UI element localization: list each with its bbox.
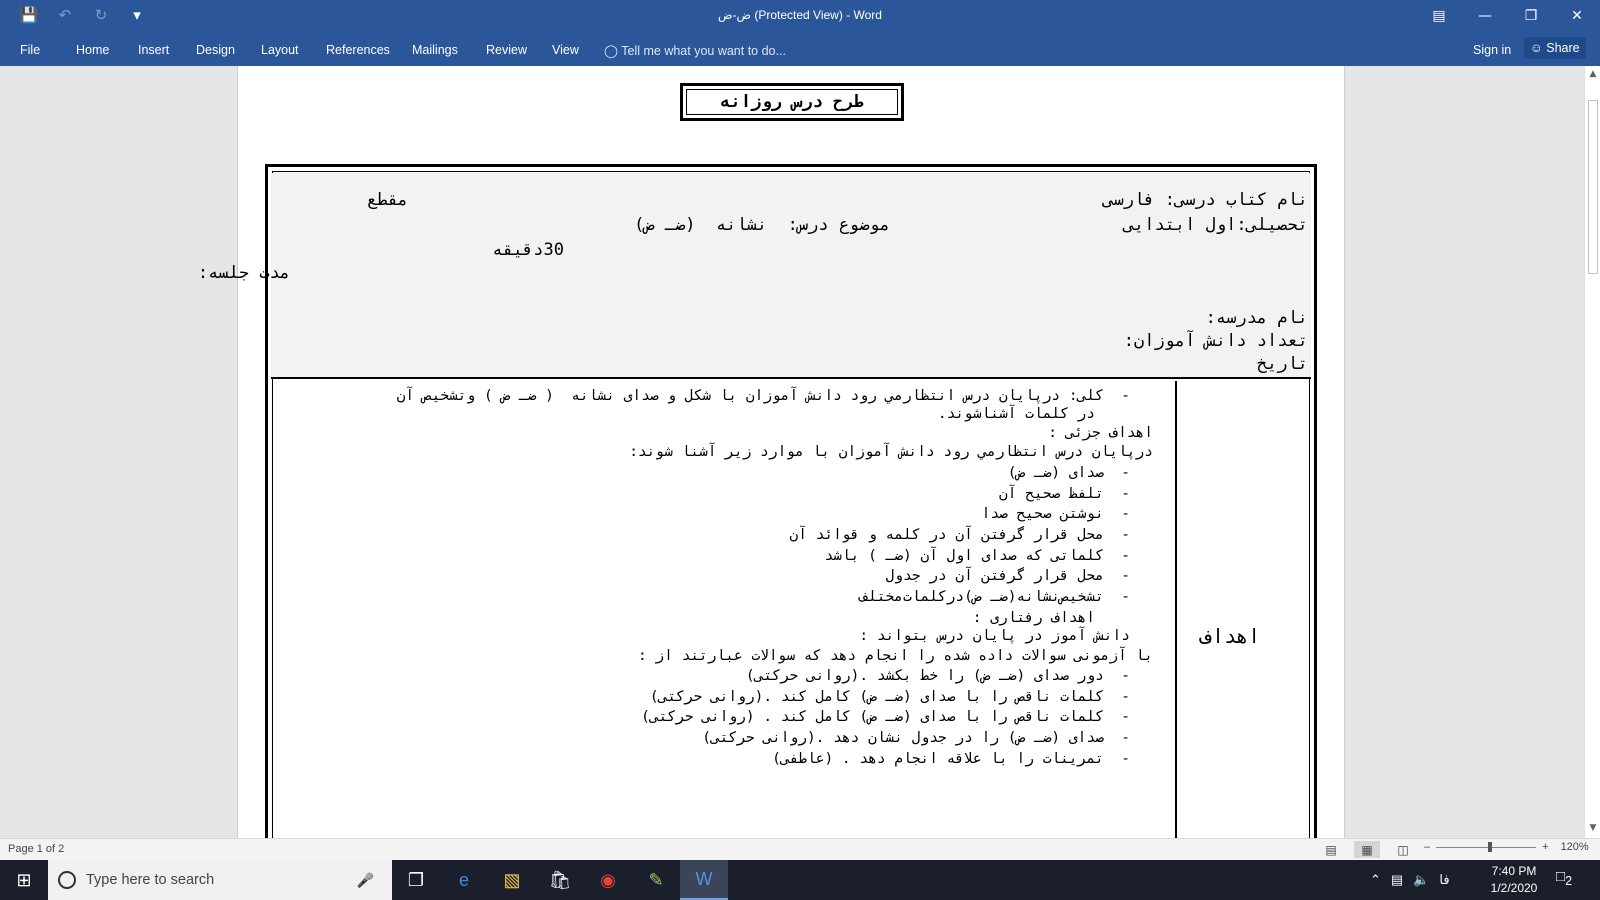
goal-line: - تشخیص‌نشانه(ضـ ض)درکلمات‌مختلف: [859, 589, 1130, 605]
paint-icon[interactable]: ✎: [632, 860, 680, 900]
tab-file[interactable]: File: [20, 40, 40, 60]
microphone-icon[interactable]: 🎤: [357, 872, 374, 889]
tell-me-search[interactable]: ◯ Tell me what you want to do...: [604, 40, 786, 61]
lesson-subject: موضوع درس: نشانه (ضـ ض): [634, 215, 890, 235]
status-bar: Page 1 of 2 ▤ ▦ ◫ – + 120%: [0, 838, 1600, 860]
tab-insert[interactable]: Insert: [138, 40, 169, 60]
word-taskbar-icon[interactable]: W: [680, 860, 728, 900]
goal-line: با آزمونی سوالات داده شده را انجام دهد ک…: [637, 648, 1153, 664]
tab-review[interactable]: Review: [486, 40, 527, 60]
goal-line: - تلفظ صحیح آن: [999, 486, 1130, 502]
scroll-down-icon[interactable]: ▼: [1587, 822, 1599, 834]
goal-line: درپایان درس انتظارمي رود دانش آموزان با …: [629, 444, 1153, 460]
file-explorer-icon[interactable]: ▧: [488, 860, 536, 900]
lesson-title-box: طرح درس روزانه: [680, 83, 904, 121]
task-view-icon[interactable]: ❐: [392, 860, 440, 900]
store-icon[interactable]: 🛍: [536, 860, 584, 900]
tab-mailings[interactable]: Mailings: [412, 40, 458, 60]
window-title: ض-ض (Protected View) - Word: [718, 8, 882, 22]
sign-in-link[interactable]: Sign in: [1473, 40, 1511, 60]
web-layout-icon[interactable]: ◫: [1390, 841, 1416, 858]
goal-line: - کلماتی که صدای اول آن (ضـ ) باشد: [824, 548, 1130, 564]
goal-line: در کلمات آشناشوند.: [937, 406, 1095, 422]
share-button[interactable]: ☺ Share: [1524, 37, 1586, 59]
print-layout-icon[interactable]: ▦: [1354, 841, 1380, 858]
ribbon-display-icon[interactable]: ▤: [1416, 0, 1462, 32]
goal-line: - صدای (ضـ ض) را در جدول نشان دهد .(روان…: [702, 730, 1130, 746]
minimize-button[interactable]: —: [1462, 0, 1508, 32]
lesson-date: تاریخ: [1256, 354, 1308, 374]
goal-line: - کلمات ناقص را با صدای (ضـ ض) کامل کند …: [649, 689, 1130, 705]
tab-view[interactable]: View: [552, 40, 579, 60]
column-divider: [1175, 381, 1177, 841]
goal-line: - محل قرار گرفتن آن در کلمه و قوائد آن: [789, 527, 1130, 543]
close-button[interactable]: ✕: [1554, 0, 1600, 32]
ribbon-tabs: File Home Insert Design Layout Reference…: [0, 34, 1600, 66]
goal-line: - محل قرار گرفتن آن در جدول: [885, 568, 1130, 584]
edge-icon[interactable]: e: [440, 860, 488, 900]
grade-level: تحصیلی:اول ابتدایی: [1123, 215, 1308, 235]
zoom-slider-knob[interactable]: [1488, 841, 1493, 852]
tell-me-label: Tell me what you want to do...: [621, 44, 786, 58]
goal-line: - کلمات ناقص را با صدای (ضـ ض) کامل کند …: [641, 709, 1130, 725]
tab-design[interactable]: Design: [196, 40, 235, 60]
page-count[interactable]: Page 1 of 2: [8, 843, 64, 855]
network-icon[interactable]: ▤: [1391, 872, 1403, 888]
clock[interactable]: 7:40 PM 1/2/2020: [1484, 863, 1544, 897]
clock-time: 7:40 PM: [1491, 864, 1537, 878]
notifications-icon[interactable]: □2: [1556, 868, 1572, 888]
goal-line: - صدای (ضـ ض): [1007, 465, 1130, 481]
read-mode-icon[interactable]: ▤: [1318, 841, 1344, 858]
windows-start-icon[interactable]: ⊞: [0, 860, 48, 900]
person-icon: ☺: [1530, 41, 1543, 55]
goals-label: اهداف: [1200, 624, 1261, 648]
lesson-title: طرح درس روزانه: [686, 89, 898, 115]
student-count: تعداد دانش آموزان:: [1123, 331, 1308, 351]
goal-line: - دور صدای (ضـ ض) را خط بکشد .(روانی حرک…: [745, 668, 1130, 684]
scroll-up-icon[interactable]: ▲: [1587, 68, 1599, 80]
chevron-up-icon[interactable]: ⌃: [1370, 872, 1381, 888]
zoom-level[interactable]: 120%: [1561, 841, 1589, 853]
taskbar: ⊞ Type here to search 🎤 ❐ e ▧ 🛍 ◉ ✎ W ⌃ …: [0, 860, 1600, 900]
goal-line: - نوشتن صحیح صدا: [981, 506, 1130, 522]
school-name: نام مدرسه:: [1205, 308, 1308, 328]
goal-line: - تمرینات را با علاقه انجام دهد . (عاطفی…: [772, 751, 1130, 767]
duration-label: مدت جلسه:: [197, 263, 290, 283]
zoom-in-icon[interactable]: +: [1542, 841, 1548, 853]
lightbulb-icon: ◯: [604, 44, 618, 58]
goal-line: اهداف رفتاری :: [972, 610, 1095, 626]
duration-value: 30دقیقه: [492, 240, 564, 260]
restore-button[interactable]: ❐: [1508, 0, 1554, 32]
notification-count: 2: [1565, 874, 1573, 888]
tab-home[interactable]: Home: [76, 40, 109, 60]
volume-icon[interactable]: 🔈: [1413, 872, 1429, 888]
cortana-icon: [58, 871, 76, 889]
search-placeholder: Type here to search: [86, 872, 215, 888]
section-label: مقطع: [367, 190, 408, 210]
zoom-slider[interactable]: [1436, 841, 1537, 852]
tab-layout[interactable]: Layout: [261, 40, 299, 60]
share-label: Share: [1546, 41, 1580, 55]
language-indicator[interactable]: فا: [1439, 872, 1449, 888]
goal-line: دانش آموز در پایان درس بتواند :: [859, 628, 1130, 644]
taskbar-search[interactable]: Type here to search 🎤: [48, 860, 392, 900]
chrome-icon[interactable]: ◉: [584, 860, 632, 900]
scroll-thumb[interactable]: [1588, 100, 1598, 274]
tab-references[interactable]: References: [326, 40, 390, 60]
system-tray: ⌃ ▤ 🔈 فا: [1370, 860, 1450, 900]
zoom-out-icon[interactable]: –: [1424, 841, 1430, 853]
title-bar: 💾 ↶ ↻ ▾ ض-ض (Protected View) - Word ▤ — …: [0, 0, 1600, 34]
book-name: نام کتاب درسی: فارسی: [1103, 190, 1308, 210]
goal-line: - کلی: درپایان درس انتظارمي رود دانش آمو…: [396, 388, 1130, 404]
clock-date: 1/2/2020: [1490, 881, 1538, 895]
vertical-scrollbar[interactable]: ▲ ▼: [1584, 66, 1600, 838]
goal-line: اهداف جزئی :: [1048, 425, 1153, 441]
